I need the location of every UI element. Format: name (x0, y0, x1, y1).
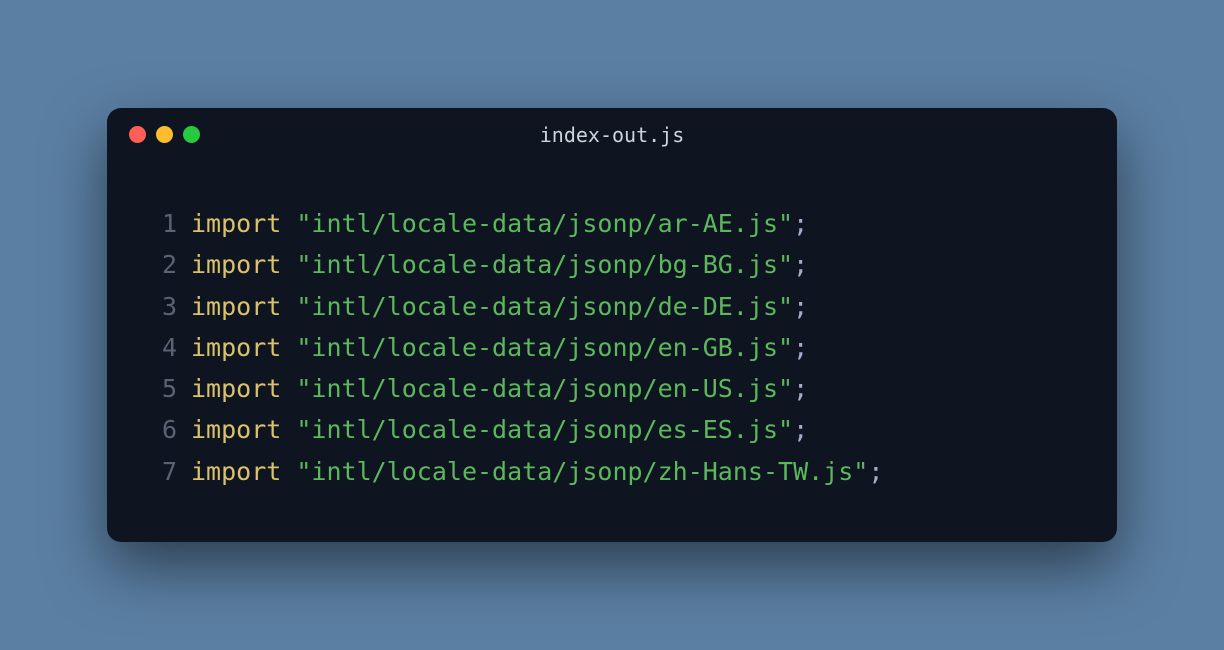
keyword-import: import (191, 327, 281, 368)
string-literal: "intl/locale-data/jsonp/zh-Hans-TW.js" (296, 451, 868, 492)
code-line: 5 import "intl/locale-data/jsonp/en-US.js… (137, 368, 1087, 409)
code-editor[interactable]: 1 import "intl/locale-data/jsonp/ar-AE.js… (107, 157, 1117, 542)
string-literal: "intl/locale-data/jsonp/en-US.js" (296, 368, 793, 409)
semicolon: ; (793, 368, 808, 409)
string-literal: "intl/locale-data/jsonp/en-GB.js" (296, 327, 793, 368)
keyword-import: import (191, 286, 281, 327)
line-number: 3 (137, 286, 177, 327)
line-number: 7 (137, 451, 177, 492)
semicolon: ; (793, 286, 808, 327)
string-literal: "intl/locale-data/jsonp/ar-AE.js" (296, 203, 793, 244)
semicolon: ; (793, 244, 808, 285)
line-number: 6 (137, 409, 177, 450)
semicolon: ; (868, 451, 883, 492)
line-number: 4 (137, 327, 177, 368)
code-line: 6 import "intl/locale-data/jsonp/es-ES.js… (137, 409, 1087, 450)
string-literal: "intl/locale-data/jsonp/bg-BG.js" (296, 244, 793, 285)
window-title: index-out.js (540, 123, 685, 147)
code-line: 7 import "intl/locale-data/jsonp/zh-Hans-… (137, 451, 1087, 492)
keyword-import: import (191, 451, 281, 492)
traffic-lights (129, 126, 200, 143)
code-line: 2 import "intl/locale-data/jsonp/bg-BG.js… (137, 244, 1087, 285)
keyword-import: import (191, 244, 281, 285)
code-line: 4 import "intl/locale-data/jsonp/en-GB.js… (137, 327, 1087, 368)
minimize-icon[interactable] (156, 126, 173, 143)
line-number: 1 (137, 203, 177, 244)
string-literal: "intl/locale-data/jsonp/de-DE.js" (296, 286, 793, 327)
maximize-icon[interactable] (183, 126, 200, 143)
keyword-import: import (191, 203, 281, 244)
keyword-import: import (191, 368, 281, 409)
window-titlebar: index-out.js (107, 108, 1117, 157)
line-number: 5 (137, 368, 177, 409)
code-line: 3 import "intl/locale-data/jsonp/de-DE.js… (137, 286, 1087, 327)
line-number: 2 (137, 244, 177, 285)
keyword-import: import (191, 409, 281, 450)
semicolon: ; (793, 327, 808, 368)
code-line: 1 import "intl/locale-data/jsonp/ar-AE.js… (137, 203, 1087, 244)
semicolon: ; (793, 203, 808, 244)
editor-window: index-out.js 1 import "intl/locale-data/j… (107, 108, 1117, 542)
semicolon: ; (793, 409, 808, 450)
string-literal: "intl/locale-data/jsonp/es-ES.js" (296, 409, 793, 450)
close-icon[interactable] (129, 126, 146, 143)
